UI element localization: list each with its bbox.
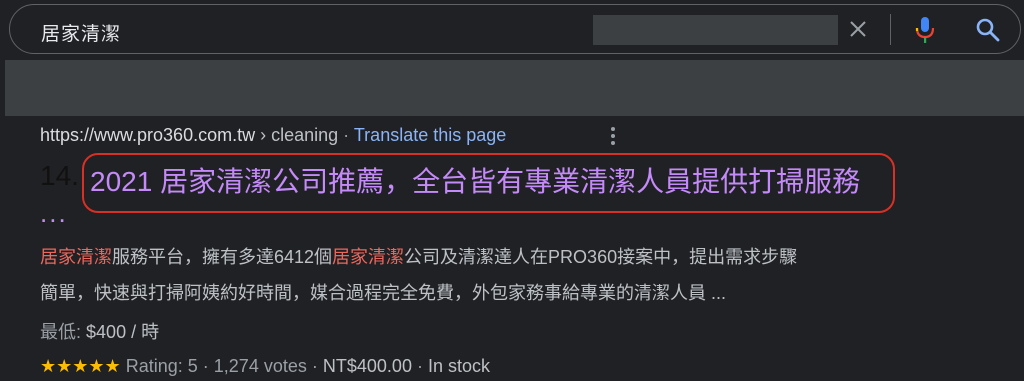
rating-separator: · <box>202 356 209 376</box>
snippet-keyword: 居家清潔 <box>332 247 405 267</box>
rating-separator: · <box>311 356 318 376</box>
price-ntd: NT$400.00 <box>322 356 412 376</box>
redacted-query-area <box>593 15 838 45</box>
price-row: 最低: $400 / 時 <box>40 318 159 344</box>
result-url[interactable]: https://www.pro360.com.tw › cleaning · T… <box>40 125 506 146</box>
snippet-keyword: 居家清潔 <box>40 247 112 267</box>
result-title-link[interactable]: 2021 居家清潔公司推薦，全台皆有專業清潔人員提供打掃服務 <box>90 160 860 200</box>
star-rating-icon: ★★★★★ <box>40 356 121 376</box>
close-icon[interactable] <box>847 18 869 40</box>
price-label: 最低: <box>40 322 82 342</box>
redacted-band <box>5 60 1024 116</box>
snippet-text: 服務平台，擁有多達6412個 <box>112 247 333 267</box>
rating-row: ★★★★★ Rating: 5 · 1,274 votes · NT$400.0… <box>40 356 490 377</box>
stock-status: In stock <box>427 356 491 376</box>
translate-link[interactable]: Translate this page <box>354 125 506 145</box>
result-rank: 14. <box>40 160 79 191</box>
url-path: › cleaning <box>260 125 339 145</box>
url-separator: · <box>343 125 350 145</box>
rating-text: Rating: 5 <box>125 356 198 376</box>
snippet-line-1: 居家清潔服務平台，擁有多達6412個居家清潔公司及清潔達人在PRO360接案中，… <box>40 243 940 269</box>
votes-text: 1,274 votes <box>213 356 307 376</box>
search-input[interactable]: 居家清潔 <box>41 19 121 46</box>
search-divider <box>890 14 891 45</box>
search-bar[interactable]: 居家清潔 <box>9 4 1021 54</box>
result-title-more[interactable]: ... <box>40 198 68 229</box>
search-icon[interactable] <box>974 16 1002 44</box>
url-host: https://www.pro360.com.tw <box>40 125 256 145</box>
rating-separator: · <box>416 356 423 376</box>
microphone-icon[interactable] <box>914 15 936 45</box>
snippet-line-2: 簡單，快速與打掃阿姨約好時間，媒合過程完全免費，外包家務事給專業的清潔人員 ..… <box>40 283 726 303</box>
price-value: $400 / 時 <box>86 322 160 342</box>
more-options-icon[interactable] <box>606 125 620 147</box>
snippet-text: 公司及清潔達人在PRO360接案中，提出需求步驟 <box>404 247 798 267</box>
